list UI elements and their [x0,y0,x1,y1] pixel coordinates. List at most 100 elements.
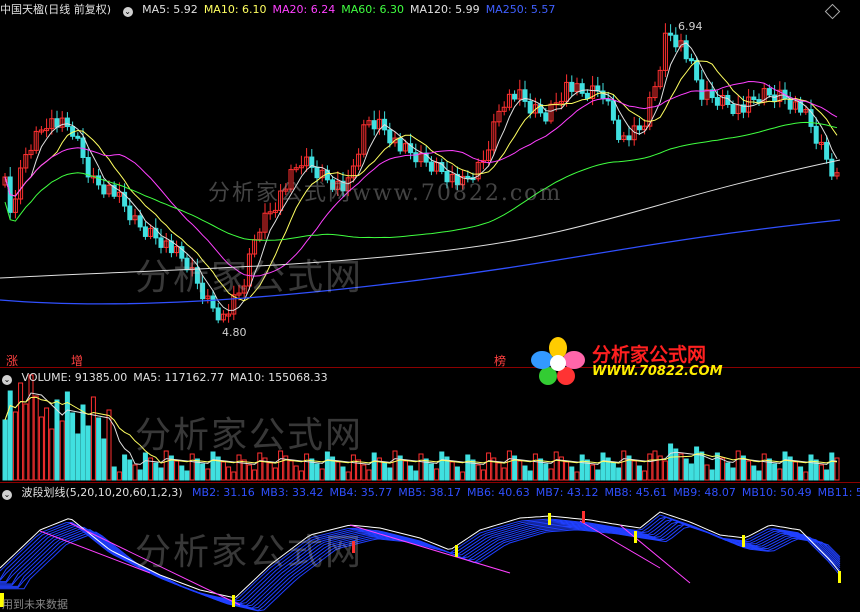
candle-body [688,58,694,62]
wave-panel[interactable]: ⌄ 波段划线(5,20,10,20,60,1,2,3) MB2: 31.16 MB… [0,483,860,612]
candle-body [210,295,216,309]
volume-bar [621,450,627,481]
volume-bar [350,454,356,481]
volume-bar [7,390,13,481]
volume-bar [579,454,585,481]
candle-body [75,135,81,139]
candle-body [215,307,221,321]
volume-bar [111,466,117,481]
price-panel[interactable]: 中国天楹(日线 前复权) ⌄ MA5: 5.92 MA10: 6.10 MA20: … [0,0,860,368]
volume-bar [226,466,232,481]
volume-bar [569,466,575,481]
volume-bar [829,452,835,481]
chevron-down-icon[interactable]: ⌄ [122,7,133,17]
volume-bar [28,374,34,481]
wave-header: ⌄ 波段划线(5,20,10,20,60,1,2,3) MB2: 31.16 MB… [0,485,860,501]
volume-bar [33,395,39,481]
signal-tick [838,571,841,583]
volume-bar [340,466,346,481]
volume-bar [101,438,107,481]
low-price-label: 4.80 [222,326,247,339]
mb-indicator-8: MB10: 50.49 [741,486,812,499]
volume-panel[interactable]: ⌄ VOLUME: 91385.00 MA5: 117162.77 MA10: 15… [0,368,860,483]
candle-body [610,100,616,121]
footer-note: 用到未来数据 [2,598,68,611]
volume-bar [730,467,736,481]
trend-segment [69,522,241,606]
ma-indicator-4: MA120: 5.99 [409,3,480,16]
wave-chart [0,511,841,612]
trend-segment [349,524,511,574]
candle-body [616,119,622,140]
volume-bar [304,453,310,481]
volume-bar [574,471,580,481]
candle-body [636,125,642,131]
volume-bar [298,470,304,481]
volume-bar [90,396,96,481]
volume-bar [163,450,169,481]
volume-bar [366,469,372,481]
volume-bar [80,404,86,481]
volume-bar [44,407,50,481]
candle-body [694,60,700,81]
volume-bar [751,465,757,481]
volume-bar [122,454,128,481]
candle-body [194,267,200,284]
volume-bar [231,471,237,481]
chevron-down-icon[interactable]: ⌄ [2,375,12,385]
volume-bar [439,451,445,481]
volume-bar [636,465,642,481]
signal-tick [352,541,355,553]
candle-body [813,125,819,144]
volume-bar [465,454,471,481]
volume-bar [387,467,393,481]
volume-bar [18,382,24,481]
volume-bar [85,425,91,481]
volume-bar [543,463,549,481]
volume-bar [564,461,570,481]
ma120-line [0,159,841,279]
candle-body [579,83,585,94]
volume-bar [132,464,138,481]
volume-bar [673,448,679,481]
candle-body [200,282,206,300]
indicator-name[interactable]: 波段划线(5,20,10,20,60,1,2,3) [22,486,183,499]
candle-body [428,161,434,172]
volume-bar [517,460,523,481]
mb-indicator-5: MB7: 43.12 [535,486,599,499]
volume-bar [735,450,741,481]
candle-body [127,205,133,221]
chevron-down-icon[interactable]: ⌄ [2,490,12,500]
ma-indicator-3: MA60: 6.30 [341,3,404,16]
candle-body [371,120,377,130]
candle-body [626,135,632,141]
volume-bar [454,466,460,481]
volume-bar [220,461,226,481]
volume-bar [418,453,424,481]
volume-bar [616,467,622,481]
volume-bar [792,461,798,481]
stock-title[interactable]: 中国天楹(日线 前复权) [0,3,111,16]
candle-body [543,112,549,122]
volume-bar [808,454,814,481]
volume-bar [590,464,596,481]
volume-bar [683,458,689,481]
volume-bar [49,428,55,481]
candle-body [101,184,107,195]
volume-bar [688,463,694,481]
volume-bar [678,453,684,481]
mb-indicator-6: MB8: 45.61 [604,486,668,499]
volume-bar [137,469,143,481]
candle-body [397,137,403,152]
candle-body [512,93,518,100]
volume-bar [777,468,783,481]
volume-bar [501,467,507,481]
volume-bar [704,464,710,481]
volume-bar [314,463,320,481]
volume-bar [236,454,242,481]
price-chart [0,23,841,324]
candle-body [766,88,772,96]
signal-tick [455,545,458,557]
candle-body [413,152,419,163]
volume-bar [174,460,180,481]
